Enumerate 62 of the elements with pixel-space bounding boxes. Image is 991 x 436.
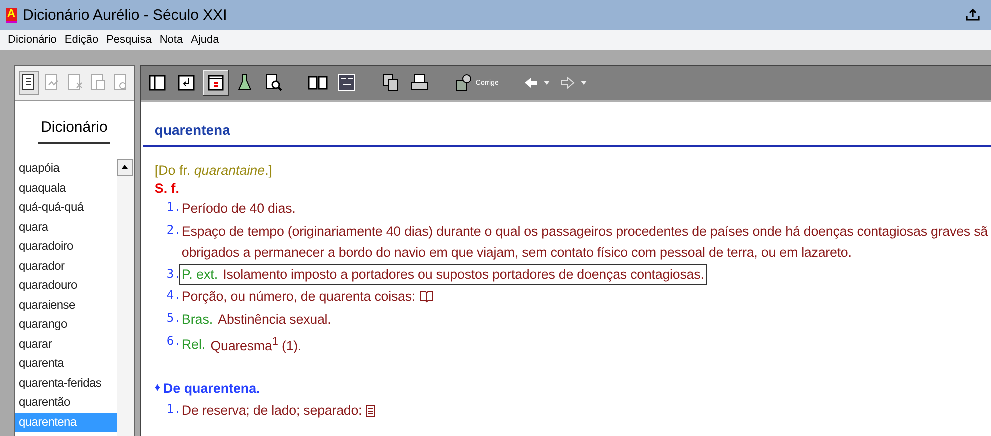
device-icon — [454, 73, 474, 93]
menu-item[interactable]: Ajuda — [191, 34, 220, 46]
definition-text: De reserva; de lado; separado: — [182, 402, 362, 420]
definition-text: Isolamento imposto a portadores ou supostos portadores de doenças contagiosas. — [223, 266, 704, 284]
definition-text: Porção, ou número, de quarenta coisas: — [182, 288, 416, 306]
print-icon — [410, 73, 430, 93]
toolbar-button[interactable] — [19, 71, 39, 95]
word-list-item[interactable]: quarentão — [15, 393, 117, 412]
sense-number: 1. — [166, 199, 181, 216]
book-icon[interactable] — [420, 290, 434, 302]
word-class-label: S. f. — [154, 180, 180, 197]
definition-text: Período de 40 dias. — [182, 200, 296, 218]
word-list-item[interactable]: quaradoiro — [15, 237, 117, 256]
expression-title: De quarentena. — [164, 380, 260, 398]
word-list-item[interactable]: quá-quá-quá — [15, 198, 117, 218]
definition-text: Quaresma$^{1}$ (1). — [210, 335, 302, 356]
word-list-item[interactable]: quapóia — [15, 159, 117, 178]
word-list-item[interactable]: quara — [15, 218, 117, 237]
forward-arrow-icon — [560, 75, 576, 91]
panel-icon — [148, 73, 168, 93]
sense-number: 3. — [166, 266, 181, 283]
word-list-item[interactable]: quarar — [15, 334, 117, 354]
word-list-item[interactable]: quaquala — [15, 178, 117, 198]
definition-text: obrigados a permanecer a bordo do navio em que viajam, sem contato físico com pessoal de terra, ou em lazareto. — [182, 244, 852, 262]
selected-definition[interactable]: P. ext. Isolamento imposto a portadores ou supostos portadores de doenças contagiosas. — [178, 264, 708, 285]
definition-text: Espaço de tempo (originariamente 40 dias) durante o qual os passageiros procedentes de países onde há doenças contagiosas graves sã — [182, 223, 988, 241]
sense-number: 2. — [166, 222, 181, 239]
word-list-item[interactable]: quaraiense — [15, 296, 117, 315]
word-list-item[interactable]: quarango — [15, 315, 117, 334]
eject-icon[interactable] — [965, 8, 981, 22]
sense-number: 1. — [166, 401, 181, 418]
caret-icon — [542, 80, 551, 86]
bullet-icon: ♦ — [154, 378, 161, 400]
sense-number: 4. — [166, 287, 181, 304]
sidebar-title: Dicionário — [40, 118, 109, 136]
word-list-item[interactable]: quarador — [15, 256, 117, 276]
menu-item[interactable]: Dicionário — [8, 34, 57, 46]
usage-label: P. ext. — [182, 266, 218, 284]
menu-item[interactable]: Pesquisa — [106, 34, 152, 46]
word-list-item[interactable]: quarenta-feridas — [15, 374, 117, 393]
sense-number: 6. — [166, 333, 181, 350]
caret-icon — [580, 80, 588, 86]
table-icon — [336, 73, 357, 93]
menu-item[interactable]: Nota — [160, 34, 184, 46]
swap-icon — [176, 73, 197, 93]
entry-headword: quarentena — [154, 122, 232, 138]
back-arrow-icon — [522, 75, 539, 91]
sense-number: 5. — [166, 310, 181, 327]
search-icon — [264, 73, 284, 93]
document-icon[interactable] — [366, 404, 376, 417]
etymology-text: [Do fr. quarantaine.] — [154, 162, 274, 180]
usage-label: Rel. — [182, 336, 206, 354]
word-list-item[interactable]: quarenta — [15, 354, 117, 374]
app-logo: A — [6, 8, 17, 22]
menu-item[interactable]: Edição — [64, 34, 99, 46]
definition-text: Abstinência sexual. — [218, 311, 332, 329]
window-title: Dicionário Aurélio - Século XXI — [23, 6, 228, 24]
scrollbar[interactable] — [116, 159, 134, 436]
word-list-item[interactable]: quaradouro — [15, 276, 117, 296]
usage-label: Bras. — [182, 311, 214, 329]
copy-icon — [380, 73, 401, 93]
page-icon — [206, 73, 226, 93]
